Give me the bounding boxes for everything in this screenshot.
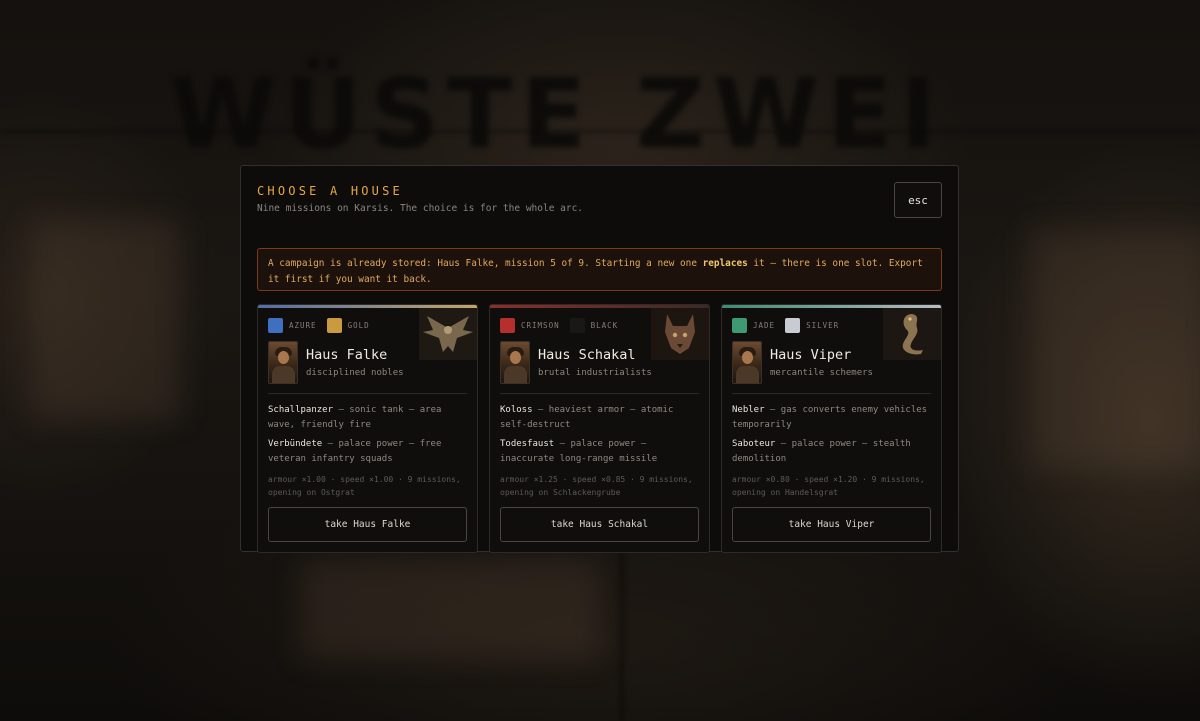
overwrite-warning: A campaign is already stored: Haus Falke… [257, 248, 942, 291]
house-tagline: brutal industrialists [538, 368, 652, 378]
close-button[interactable]: esc [894, 182, 942, 218]
color-label: BLACK [590, 320, 619, 330]
palace-power: Todesfaust — palace power — inaccurate l… [500, 437, 699, 467]
warning-text-start: A campaign is already stored: Haus Falke… [268, 258, 703, 269]
unit-name: Todesfaust [500, 439, 555, 449]
unit-name: Koloss [500, 405, 533, 415]
color-swatch-jade [732, 317, 747, 333]
house-card-schakal: CRIMSON BLACK Haus Schakal brutal indust… [489, 304, 710, 553]
house-card-viper: JADE SILVER Haus Viper mercantile scheme… [721, 304, 942, 553]
unique-unit: Schallpanzer — sonic tank — area wave, f… [268, 403, 467, 433]
unique-unit: Koloss — heaviest armor — atomic self-de… [500, 403, 699, 433]
unique-unit: Nebler — gas converts enemy vehicles tem… [732, 403, 931, 433]
dialog-title: CHOOSE A HOUSE [257, 184, 403, 198]
color-swatch-gold [326, 317, 342, 333]
color-swatch-crimson [500, 317, 515, 333]
house-stats: armour ×1.25 · speed ×0.85 · 9 missions,… [500, 475, 693, 497]
house-name: Haus Falke [306, 347, 388, 363]
unit-name: Verbündete [268, 439, 323, 449]
unit-name: Saboteur [732, 439, 776, 449]
leader-portrait [732, 341, 762, 384]
take-house-schakal-button[interactable]: take Haus Schakal [500, 507, 699, 542]
house-selection-dialog: CHOOSE A HOUSE Nine missions on Karsis. … [240, 165, 959, 553]
unit-name: Nebler [732, 405, 765, 415]
color-label: JADE [753, 320, 776, 330]
house-card-falke: AZURE GOLD Haus Falke disciplined nobles… [257, 304, 478, 553]
house-tagline: disciplined nobles [306, 368, 404, 378]
color-swatch-black [569, 317, 585, 333]
leader-portrait [268, 341, 298, 384]
palace-power: Verbündete — palace power — free veteran… [268, 437, 467, 467]
color-swatch-azure [268, 317, 283, 333]
house-tagline: mercantile schemers [770, 368, 873, 378]
unit-name: Schallpanzer [268, 405, 334, 415]
background-title: WÜSTE ZWEI [170, 58, 945, 170]
color-label: AZURE [289, 320, 317, 330]
warning-emphasis: replaces [702, 258, 748, 269]
color-label: GOLD [347, 320, 370, 330]
leader-portrait [500, 341, 530, 384]
cobra-icon [883, 308, 941, 360]
take-house-viper-button[interactable]: take Haus Viper [732, 507, 931, 542]
house-stats: armour ×0.80 · speed ×1.20 · 9 missions,… [732, 475, 925, 497]
house-name: Haus Schakal [538, 347, 636, 363]
house-name: Haus Viper [770, 347, 852, 363]
palace-power: Saboteur — palace power — stealth demoli… [732, 437, 931, 467]
color-label: CRIMSON [521, 320, 560, 330]
divider [732, 393, 931, 394]
divider [500, 393, 699, 394]
color-swatch-silver [785, 317, 801, 333]
jackal-icon [651, 308, 709, 360]
divider [268, 393, 467, 394]
take-house-falke-button[interactable]: take Haus Falke [268, 507, 467, 542]
color-label: SILVER [806, 320, 840, 330]
dialog-header: CHOOSE A HOUSE Nine missions on Karsis. … [257, 182, 942, 232]
house-stats: armour ×1.00 · speed ×1.00 · 9 missions,… [268, 475, 461, 497]
house-cards: AZURE GOLD Haus Falke disciplined nobles… [257, 304, 942, 553]
dialog-subtitle: Nine missions on Karsis. The choice is f… [257, 203, 584, 214]
eagle-icon [419, 308, 477, 360]
